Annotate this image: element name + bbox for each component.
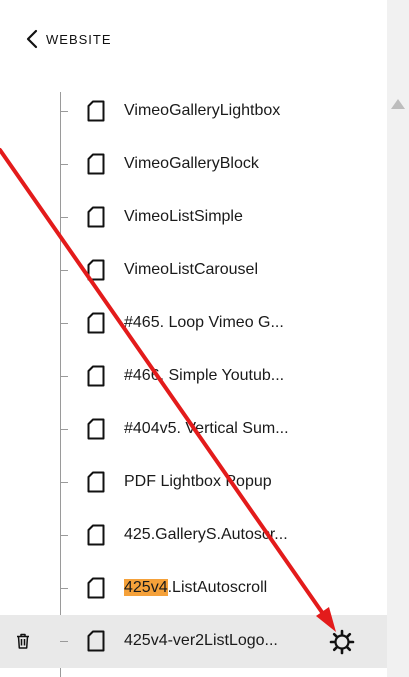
page-icon <box>87 630 105 652</box>
page-row-selected[interactable]: 425v4-ver2ListLogo... <box>0 615 387 668</box>
page-row[interactable]: #404v5. Vertical Sum... <box>0 403 387 456</box>
tree-branch <box>60 376 68 377</box>
page-title: #404v5. Vertical Sum... <box>124 420 289 437</box>
page-title: 425v4-ver2ListLogo... <box>124 632 278 649</box>
page-navigation-panel: WEBSITE VimeoGalleryLightbox VimeoGaller… <box>0 0 409 677</box>
tree-branch <box>60 111 68 112</box>
page-list: VimeoGalleryLightbox VimeoGalleryBlock V… <box>0 85 387 668</box>
page-icon <box>87 100 105 122</box>
page-row[interactable]: 425.GalleryS.Autoscr... <box>0 509 387 562</box>
page-icon <box>87 312 105 334</box>
tree-branch <box>60 482 68 483</box>
page-icon <box>87 259 105 281</box>
back-to-website-link[interactable]: WEBSITE <box>24 28 112 50</box>
trash-icon[interactable] <box>16 633 30 649</box>
page-row[interactable]: 425v4.ListAutoscroll <box>0 562 387 615</box>
tree-branch <box>60 217 68 218</box>
page-title: 425.GalleryS.Autoscr... <box>124 526 288 543</box>
page-row[interactable]: #466. Simple Youtub... <box>0 350 387 403</box>
page-icon <box>87 153 105 175</box>
tree-branch <box>60 641 68 642</box>
page-title: VimeoGalleryLightbox <box>124 102 281 119</box>
page-row[interactable]: VimeoListCarousel <box>0 244 387 297</box>
page-title: #466. Simple Youtub... <box>124 367 285 384</box>
tree-branch <box>60 270 68 271</box>
gear-icon[interactable] <box>329 629 355 655</box>
page-title: PDF Lightbox Popup <box>124 473 272 490</box>
search-highlight: 425v4 <box>124 579 168 596</box>
page-title-rest: .ListAutoscroll <box>167 579 268 596</box>
page-row[interactable]: PDF Lightbox Popup <box>0 456 387 509</box>
tree-branch <box>60 323 68 324</box>
tree-branch <box>60 535 68 536</box>
page-icon <box>87 524 105 546</box>
page-icon <box>87 471 105 493</box>
page-icon <box>87 365 105 387</box>
tree-branch <box>60 588 68 589</box>
tree-branch <box>60 429 68 430</box>
page-title: VimeoListCarousel <box>124 261 258 278</box>
page-title: 425v4.ListAutoscroll <box>124 578 267 598</box>
page-row[interactable]: VimeoGalleryLightbox <box>0 85 387 138</box>
page-icon <box>87 206 105 228</box>
chevron-left-icon <box>26 29 38 49</box>
page-icon <box>87 577 105 599</box>
page-title: #465. Loop Vimeo G... <box>124 314 284 331</box>
page-row[interactable]: VimeoGalleryBlock <box>0 138 387 191</box>
page-title: VimeoGalleryBlock <box>124 155 259 172</box>
scroll-up-arrow-icon[interactable] <box>390 98 406 110</box>
page-row[interactable]: VimeoListSimple <box>0 191 387 244</box>
page-icon <box>87 418 105 440</box>
page-row[interactable]: #465. Loop Vimeo G... <box>0 297 387 350</box>
page-title: VimeoListSimple <box>124 208 243 225</box>
back-link-label: WEBSITE <box>46 31 112 47</box>
tree-branch <box>60 164 68 165</box>
